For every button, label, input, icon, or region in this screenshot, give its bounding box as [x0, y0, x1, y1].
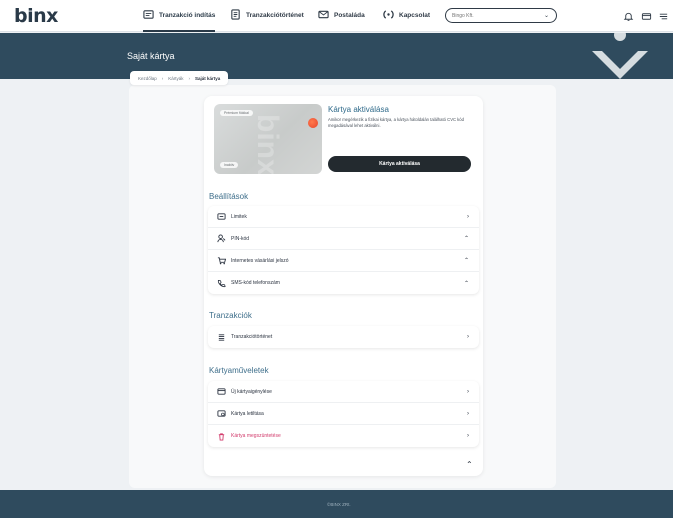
bank-card-image: Prémium fiókkal binx Inaktív	[214, 104, 322, 174]
breadcrumb-home[interactable]: Kezdőlap	[138, 76, 157, 81]
card-icon[interactable]	[641, 9, 652, 20]
breadcrumb-kartyak[interactable]: Kártyák	[168, 76, 183, 81]
row-label: Tranzakciótörténet	[231, 334, 273, 340]
page-title: Saját kártya	[127, 51, 175, 61]
row-label: Új kártyaigénylése	[231, 388, 272, 395]
settings-row-limits[interactable]: Limitek ›	[208, 206, 479, 228]
block-card-icon	[216, 409, 226, 419]
breadcrumb: Kezdőlap › Kártyák › Saját kártya	[130, 71, 229, 85]
card-logo-dot	[308, 118, 318, 128]
card-badge-premium: Prémium fiókkal	[220, 110, 253, 116]
bell-icon[interactable]	[623, 9, 634, 21]
nav-label: Tranzakció indítás	[159, 12, 216, 19]
account-search-input[interactable]	[452, 12, 542, 19]
top-navigation: binx Tranzakció indítás Tranzakciótörtén…	[0, 0, 673, 32]
card-ops-row-terminate-card[interactable]: Kártya megszüntetése ›	[208, 425, 479, 447]
row-label: Internetes vásárlási jelszó	[231, 257, 289, 264]
list-icon	[216, 332, 226, 342]
activation-title: Kártya aktiválása	[328, 105, 389, 114]
breadcrumb-separator: ›	[188, 75, 191, 81]
phone-icon	[216, 278, 226, 288]
settings-row-internet-password[interactable]: Internetes vásárlási jelszó ⌃	[208, 250, 479, 272]
row-label: PIN-kód	[231, 235, 250, 242]
activation-description: Amikor megérkezik a fizikai kártya, a ká…	[328, 117, 464, 128]
settings-row-pin[interactable]: PIN-kód ⌃	[208, 228, 479, 250]
card-ops-row-new-card[interactable]: Új kártyaigénylése ›	[208, 381, 479, 403]
nav-postalada[interactable]: Postaláda	[318, 9, 365, 22]
footer: ©BINX ZRt.	[0, 490, 673, 518]
row-label: Kártya letiltása	[231, 410, 264, 417]
card-ops-list: Új kártyaigénylése › Kártya letiltása › …	[208, 381, 479, 447]
contact-icon	[383, 9, 394, 22]
nav-tranzakciotortenet[interactable]: Tranzakciótörténet	[230, 9, 304, 22]
settings-list: Limitek › PIN-kód ⌃ Internetes vásárlási…	[208, 206, 479, 294]
card-watermark: binx	[251, 114, 284, 174]
breadcrumb-current: Saját kártya	[195, 75, 221, 81]
card-detail-card: Prémium fiókkal binx Inaktív Kártya akti…	[204, 96, 483, 476]
card-badge-inactive: Inaktív	[220, 162, 239, 168]
nav-tranzakcio-inditas[interactable]: Tranzakció indítás	[143, 9, 216, 32]
chevron-right-icon: ›	[467, 213, 469, 220]
transfer-icon	[143, 9, 154, 22]
card-ops-row-block-card[interactable]: Kártya letiltása ›	[208, 403, 479, 425]
chevron-right-icon: ›	[467, 388, 469, 395]
history-icon	[230, 9, 241, 22]
row-label: SMS-kód telefonszám	[231, 280, 280, 286]
section-title-settings: Beállítások	[209, 192, 249, 201]
breadcrumb-separator: ›	[161, 75, 164, 81]
chevron-right-icon: ›	[467, 410, 469, 417]
settings-row-sms-phone[interactable]: SMS-kód telefonszám ⌃	[208, 272, 479, 294]
row-label: Kártya megszüntetése	[231, 433, 281, 439]
footer-copyright: ©BINX ZRt.	[327, 502, 351, 507]
chevron-right-icon: ›	[467, 334, 469, 340]
collapse-chevron-up-icon[interactable]: ⌃	[466, 460, 473, 469]
nav-label: Postaláda	[334, 12, 365, 19]
chevron-right-icon: ›	[467, 433, 469, 439]
menu-icon[interactable]	[658, 9, 669, 20]
page-header-band: Saját kártya	[0, 33, 673, 79]
new-card-icon	[216, 387, 226, 397]
chevron-down-icon: ⌄	[543, 13, 549, 19]
chevron-up-icon: ⌃	[463, 258, 469, 264]
pin-icon	[216, 234, 226, 244]
chevron-up-icon: ⌃	[463, 280, 469, 287]
transactions-list: Tranzakciótörténet ›	[208, 326, 479, 348]
activate-card-button[interactable]: Kártya aktiválása	[328, 156, 471, 172]
nav-kapcsolat[interactable]: Kapcsolat	[383, 9, 430, 22]
mail-icon	[318, 9, 329, 22]
section-title-card-ops: Kártyaműveletek	[209, 366, 269, 375]
limits-icon	[216, 212, 226, 222]
cart-icon	[216, 256, 226, 266]
brand-decoration-icon	[592, 33, 648, 79]
trash-icon	[216, 431, 226, 441]
section-title-transactions: Tranzakciók	[209, 311, 252, 320]
chevron-up-icon: ⌃	[463, 236, 469, 242]
nav-label: Tranzakciótörténet	[246, 12, 304, 19]
row-label: Limitek	[231, 213, 247, 220]
account-selector[interactable]: ⌄	[445, 8, 557, 23]
nav-label: Kapcsolat	[399, 12, 431, 19]
transactions-row-history[interactable]: Tranzakciótörténet ›	[208, 326, 479, 348]
binx-logo[interactable]: binx	[14, 5, 58, 27]
